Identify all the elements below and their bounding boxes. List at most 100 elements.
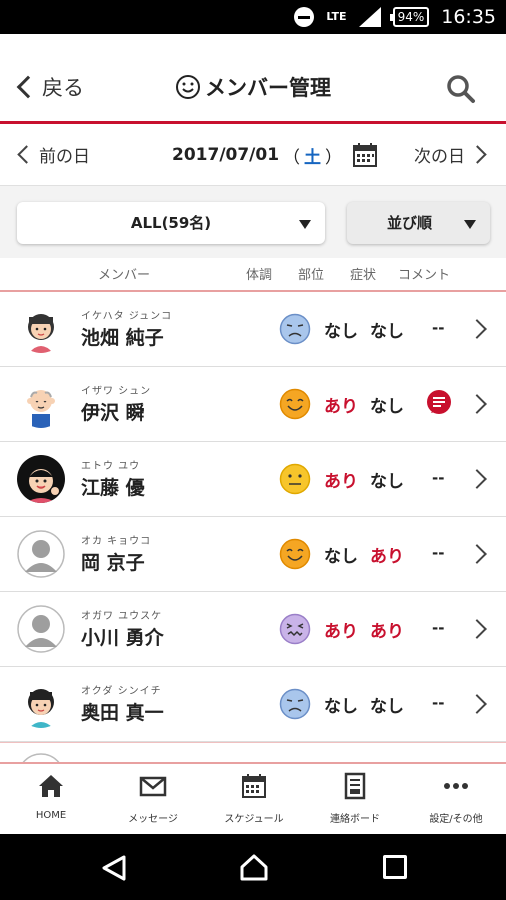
comment-value: --: [432, 319, 445, 337]
chevron-right-icon: [467, 544, 487, 564]
chevron-right-icon: [467, 694, 487, 714]
title-text: メンバー管理: [205, 76, 331, 100]
chevron-right-icon: [467, 469, 487, 489]
member-name: 奥田 真一: [81, 702, 164, 724]
member-row[interactable]: オカ キョウコ 岡 京子 なし あり --: [0, 517, 506, 592]
chevron-right-icon: [467, 319, 487, 339]
member-kana: オガワ ユウスケ: [81, 611, 163, 622]
body-part-value: なし: [324, 697, 358, 717]
member-name: 伊沢 瞬: [81, 402, 145, 424]
col-body-part: 部位: [298, 268, 325, 283]
symptom-value: あり: [370, 622, 404, 642]
calendar-icon[interactable]: [352, 142, 378, 168]
app-header: 戻る メンバー管理: [0, 34, 506, 124]
tab-messages-label: メッセージ: [128, 814, 178, 825]
member-row-partial[interactable]: [0, 742, 506, 762]
member-kana: イケハタ ジュンコ: [81, 311, 173, 322]
body-part-value: あり: [324, 397, 358, 417]
sick-face-icon: [279, 613, 311, 645]
date-navigation: 前の日 2017/07/01 （土） 次の日: [0, 124, 506, 186]
battery-level: 94%: [389, 7, 430, 27]
envelope-icon: [139, 776, 167, 797]
more-icon: [444, 783, 468, 789]
chat-icon[interactable]: [425, 389, 453, 417]
sort-label: 並び順: [387, 214, 433, 232]
member-row[interactable]: エトウ ユウ 江藤 優 あり なし --: [0, 442, 506, 517]
next-day-button[interactable]: 次の日: [414, 142, 490, 167]
body-part-value: あり: [324, 472, 358, 492]
sad-face-icon: [279, 313, 311, 345]
comment-value: --: [432, 544, 445, 562]
prev-day-label: 前の日: [39, 147, 90, 167]
member-kana: エトウ ユウ: [81, 461, 141, 472]
home-icon: [39, 775, 63, 797]
tab-home-label: HOME: [35, 810, 67, 821]
neutral-face-icon: [279, 463, 311, 495]
date-text: 2017/07/01: [172, 145, 280, 165]
signal-icon: [358, 7, 381, 27]
body-part-value: なし: [324, 322, 358, 342]
sort-select[interactable]: 並び順: [347, 202, 490, 244]
paren-open: （: [283, 147, 301, 168]
clock: 16:35: [441, 6, 496, 28]
group-select[interactable]: ALL(59名): [17, 202, 325, 244]
chevron-right-icon: [467, 619, 487, 639]
group-select-value: ALL(59名): [130, 214, 212, 232]
tab-settings[interactable]: 設定/その他: [406, 772, 506, 825]
page-title: メンバー管理: [0, 72, 506, 102]
tab-settings-label: 設定/その他: [429, 814, 483, 825]
comment-value: --: [432, 469, 445, 487]
member-row[interactable]: イザワ シュン 伊沢 瞬 あり なし: [0, 367, 506, 442]
clipboard-icon: [344, 772, 366, 800]
member-kana: イザワ シュン: [81, 386, 152, 397]
chevron-right-icon: [468, 145, 487, 164]
search-icon[interactable]: [446, 74, 476, 104]
member-name: 岡 京子: [81, 552, 145, 574]
system-nav-bar: [0, 834, 506, 900]
member-kana: オカ キョウコ: [81, 536, 152, 547]
member-row[interactable]: オクダ シンイチ 奥田 真一 なし なし --: [0, 667, 506, 742]
symptom-value: なし: [370, 397, 404, 417]
symptom-value: なし: [370, 697, 404, 717]
paren-close: ）: [325, 147, 343, 168]
status-bar: LTE 94% 16:35: [0, 0, 506, 34]
tab-home[interactable]: HOME: [1, 772, 101, 821]
body-part-value: なし: [324, 547, 358, 567]
member-list: イケハタ ジュンコ 池畑 純子 なし なし -- イザワ シュン 伊沢 瞬 あり…: [0, 292, 506, 762]
dropdown-arrow-icon: [299, 220, 311, 229]
col-condition: 体調: [246, 268, 273, 283]
comment-value: --: [432, 619, 445, 637]
bottom-tab-bar: HOME メッセージ スケジュール 連絡ボード 設定/その他: [0, 762, 506, 834]
dropdown-arrow-icon: [464, 220, 476, 229]
prev-day-button[interactable]: 前の日: [14, 142, 90, 167]
tab-messages[interactable]: メッセージ: [103, 772, 203, 825]
happy-face-icon: [279, 388, 311, 420]
nav-recent-apps-icon[interactable]: [383, 855, 407, 879]
filter-bar: ALL(59名) 並び順: [0, 186, 506, 258]
col-comment: コメント: [398, 268, 451, 283]
nav-home-icon[interactable]: [239, 852, 269, 882]
avatar: [17, 305, 65, 353]
avatar: [17, 680, 65, 728]
col-member: メンバー: [98, 268, 151, 283]
happy-face-icon: [279, 538, 311, 570]
body-part-value: あり: [324, 622, 358, 642]
column-header: メンバー 体調 部位 症状 コメント: [0, 258, 506, 292]
tab-schedule[interactable]: スケジュール: [204, 772, 304, 825]
member-name: 江藤 優: [81, 477, 145, 499]
member-name: 池畑 純子: [81, 327, 164, 349]
day-of-week: 土: [304, 147, 322, 168]
member-row[interactable]: イケハタ ジュンコ 池畑 純子 なし なし --: [0, 292, 506, 367]
member-kana: オクダ シンイチ: [81, 686, 162, 697]
default-avatar-icon: [17, 605, 65, 653]
network-type: LTE: [326, 10, 347, 23]
nav-back-icon[interactable]: [100, 854, 128, 882]
current-date[interactable]: 2017/07/01 （土）: [172, 142, 378, 168]
tab-board[interactable]: 連絡ボード: [305, 772, 405, 825]
avatar: [17, 380, 65, 428]
next-day-label: 次の日: [414, 147, 465, 167]
member-row[interactable]: オガワ ユウスケ 小川 勇介 あり あり --: [0, 592, 506, 667]
chevron-left-icon: [17, 145, 36, 164]
do-not-disturb-icon: [294, 7, 315, 27]
tab-board-label: 連絡ボード: [330, 814, 380, 825]
